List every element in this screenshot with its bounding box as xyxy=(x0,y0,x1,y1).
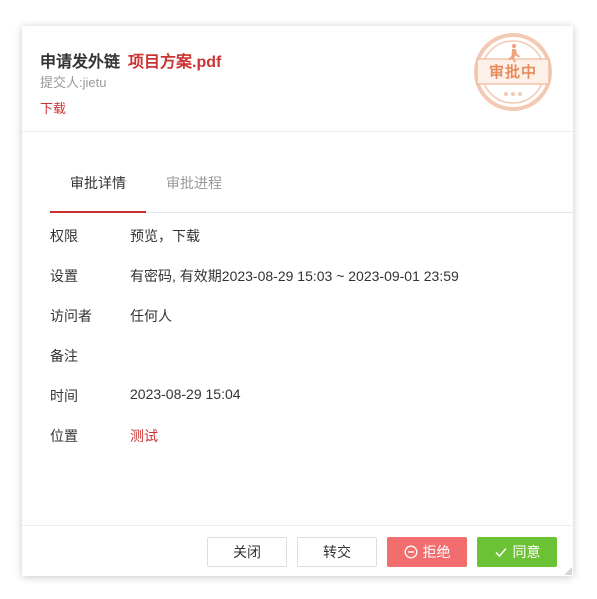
approval-dialog: 申请发外链 项目方案.pdf 提交人:jietu 下载 审批中 审批详情 审批进程 xyxy=(22,26,573,576)
detail-value: 任何人 xyxy=(130,308,172,324)
tab-bar: 审批详情 审批进程 xyxy=(50,155,573,213)
tab-approval-progress[interactable]: 审批进程 xyxy=(156,155,232,212)
check-icon xyxy=(494,548,507,558)
reject-button-label: 拒绝 xyxy=(422,544,451,560)
reject-button[interactable]: 拒绝 xyxy=(387,537,467,567)
submitter-text: 提交人:jietu xyxy=(40,75,107,90)
detail-label: 位置 xyxy=(50,428,78,444)
detail-row-permission: 权限 预览，下载 xyxy=(50,218,550,258)
tab-approval-details[interactable]: 审批详情 xyxy=(50,155,146,213)
download-link[interactable]: 下载 xyxy=(40,98,66,117)
agree-button-label: 同意 xyxy=(512,544,541,560)
detail-row-settings: 设置 有密码, 有效期2023-08-29 15:03 ~ 2023-09-01… xyxy=(50,258,550,298)
detail-label: 备注 xyxy=(50,348,78,364)
detail-row-time: 时间 2023-08-29 15:04 xyxy=(50,378,550,418)
detail-row-visitor: 访问者 任何人 xyxy=(50,298,550,338)
dialog-footer: 关闭 转交 拒绝 同意 xyxy=(22,525,573,577)
detail-value: 有密码, 有效期2023-08-29 15:03 ~ 2023-09-01 23… xyxy=(130,268,459,284)
detail-label: 设置 xyxy=(50,268,78,284)
detail-label: 权限 xyxy=(50,228,78,244)
resize-handle-icon[interactable] xyxy=(564,567,572,575)
transfer-button[interactable]: 转交 xyxy=(297,537,377,567)
stamp-label: 审批中 xyxy=(488,64,537,81)
detail-label: 访问者 xyxy=(50,308,92,324)
minus-circle-icon xyxy=(404,545,417,559)
close-button[interactable]: 关闭 xyxy=(207,537,287,567)
detail-label: 时间 xyxy=(50,388,78,404)
dialog-header: 申请发外链 项目方案.pdf 提交人:jietu 下载 审批中 xyxy=(22,26,573,132)
detail-row-location: 位置 测试 xyxy=(50,418,550,458)
transfer-button-label: 转交 xyxy=(323,544,351,560)
detail-row-remark: 备注 xyxy=(50,338,550,378)
agree-button[interactable]: 同意 xyxy=(477,537,557,567)
detail-value: 2023-08-29 15:04 xyxy=(130,386,241,402)
detail-value: 预览，下载 xyxy=(130,228,200,244)
file-name[interactable]: 项目方案.pdf xyxy=(128,54,221,71)
location-link[interactable]: 测试 xyxy=(130,426,158,446)
close-button-label: 关闭 xyxy=(233,544,261,560)
details-list: 权限 预览，下载 设置 有密码, 有效期2023-08-29 15:03 ~ 2… xyxy=(50,218,550,458)
request-type: 申请发外链 xyxy=(40,54,121,71)
status-stamp: 审批中 xyxy=(473,32,553,112)
dialog-title: 申请发外链 项目方案.pdf xyxy=(40,48,221,72)
